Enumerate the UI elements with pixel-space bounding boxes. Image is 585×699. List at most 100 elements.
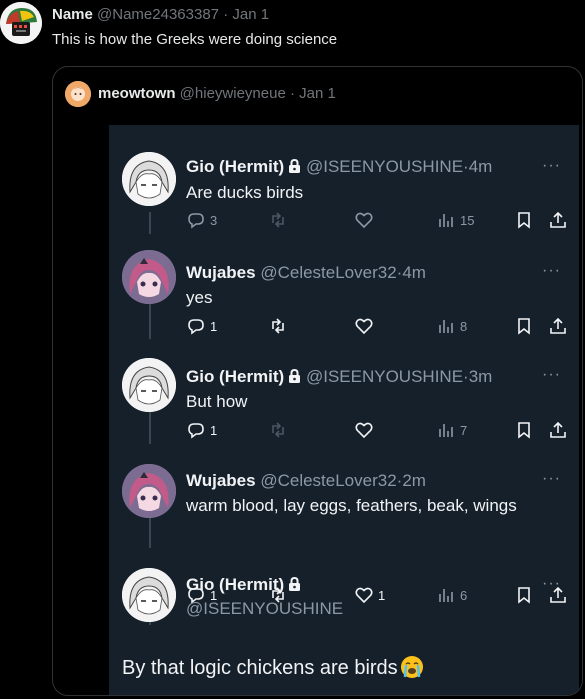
post-text: By that logic chickens are birds xyxy=(122,655,424,680)
post-time[interactable]: 4m xyxy=(402,263,426,282)
avatar xyxy=(122,152,176,206)
post-time[interactable]: 3m xyxy=(469,367,493,386)
like-button[interactable] xyxy=(354,209,374,231)
post-text: Are ducks birds xyxy=(186,183,304,202)
post-display-name[interactable]: Wujabes xyxy=(186,471,256,490)
post-actions: 1 8 xyxy=(186,315,571,337)
outer-separator: · xyxy=(223,6,229,23)
views-count: 6 xyxy=(460,587,468,603)
views-button[interactable]: 6 xyxy=(436,584,467,606)
post-header: Gio (Hermit) xyxy=(186,575,301,595)
bookmark-button[interactable] xyxy=(514,315,534,337)
reply-button[interactable]: 3 xyxy=(186,209,217,231)
post-header: Gio (Hermit) @ISEENYOUSHINE·4m xyxy=(186,157,492,177)
like-button[interactable] xyxy=(354,315,374,337)
avatar xyxy=(122,358,176,412)
retweet-button[interactable] xyxy=(268,315,288,337)
quote-avatar[interactable] xyxy=(65,81,91,107)
avatar xyxy=(122,464,176,518)
quote-handle[interactable]: @hieywieyneue xyxy=(180,85,286,102)
views-button[interactable]: 7 xyxy=(436,419,467,441)
views-count: 15 xyxy=(460,212,475,228)
share-button[interactable] xyxy=(548,419,568,441)
reply-button[interactable]: 1 xyxy=(186,315,217,337)
post-text: But how xyxy=(186,392,248,411)
thread-line xyxy=(149,412,151,444)
post-handle[interactable]: @ISEENYOUSHINE xyxy=(306,157,463,176)
quote-display-name[interactable]: meowtown xyxy=(98,85,176,102)
lock-icon xyxy=(289,577,301,591)
post-header: Gio (Hermit) @ISEENYOUSHINE·3m xyxy=(186,367,492,387)
retweet-button[interactable] xyxy=(268,419,288,441)
share-button[interactable] xyxy=(548,209,568,231)
share-icon xyxy=(550,421,566,438)
reply-icon xyxy=(188,423,204,439)
post-display-name[interactable]: Gio (Hermit) xyxy=(186,575,284,594)
post-handle[interactable]: @CelesteLover32 xyxy=(260,471,396,490)
reply-count: 1 xyxy=(210,318,218,334)
post-time[interactable]: 2m xyxy=(402,471,426,490)
like-button[interactable] xyxy=(354,419,374,441)
views-button[interactable]: 8 xyxy=(436,315,467,337)
more-options-icon[interactable]: ··· xyxy=(542,470,561,488)
outer-tweet-text: This is how the Greeks were doing scienc… xyxy=(52,31,338,48)
post-text: warm blood, lay eggs, feathers, beak, wi… xyxy=(186,496,517,515)
like-count: 1 xyxy=(378,587,386,603)
post-display-name[interactable]: Gio (Hermit) xyxy=(186,367,284,386)
retweet-icon xyxy=(272,212,284,228)
thread-line xyxy=(149,518,151,548)
retweet-button[interactable] xyxy=(268,209,288,231)
more-options-icon[interactable]: ··· xyxy=(542,366,561,384)
heart-icon xyxy=(355,318,373,335)
bookmark-icon xyxy=(518,318,530,335)
post-display-name[interactable]: Gio (Hermit) xyxy=(186,157,284,176)
post-text: yes xyxy=(186,288,213,307)
post-handle[interactable]: @ISEENYOUSHINE xyxy=(306,367,463,386)
quote-separator: · xyxy=(289,85,295,102)
views-count: 8 xyxy=(460,318,468,334)
like-button[interactable]: 1 xyxy=(354,584,385,606)
more-options-icon[interactable]: ··· xyxy=(542,262,561,280)
retweet-icon xyxy=(272,422,284,438)
bookmark-button[interactable] xyxy=(514,419,534,441)
share-button[interactable] xyxy=(548,315,568,337)
post-time[interactable]: 4m xyxy=(469,157,493,176)
views-icon xyxy=(439,214,453,227)
outer-avatar[interactable] xyxy=(0,2,42,44)
bookmark-button[interactable] xyxy=(514,209,534,231)
avatar xyxy=(122,568,176,622)
outer-header: Name @Name24363387 · Jan 1 xyxy=(52,6,269,23)
views-count: 7 xyxy=(460,422,468,438)
more-options-icon[interactable]: ··· xyxy=(542,157,561,175)
reply-count: 1 xyxy=(210,422,218,438)
bookmark-icon xyxy=(518,587,530,604)
post-handle[interactable]: @ISEENYOUSHINE xyxy=(186,599,343,619)
reply-button[interactable]: 1 xyxy=(186,419,217,441)
post-actions: 3 15 xyxy=(186,209,571,231)
views-icon xyxy=(439,589,453,602)
thread-line xyxy=(149,304,151,339)
quote-date[interactable]: Jan 1 xyxy=(299,85,336,102)
thread-line xyxy=(149,212,151,234)
reply-count: 3 xyxy=(210,212,218,228)
retweet-icon xyxy=(272,318,284,334)
heart-icon xyxy=(355,212,373,229)
views-button[interactable]: 15 xyxy=(436,209,474,231)
quote-header: meowtown @hieywieyneue · Jan 1 xyxy=(98,85,336,102)
outer-handle[interactable]: @Name24363387 xyxy=(97,6,219,23)
thread-screenshot-image: Gio (Hermit) @ISEENYOUSHINE·4m ··· Are d… xyxy=(109,125,579,695)
views-icon xyxy=(439,320,453,333)
lock-icon xyxy=(289,369,301,383)
post-display-name[interactable]: Wujabes xyxy=(186,263,256,282)
quoted-tweet-card[interactable]: meowtown @hieywieyneue · Jan 1 Gio (Herm… xyxy=(52,66,583,696)
loudly-crying-face-emoji xyxy=(400,656,423,678)
more-options-icon[interactable]: ··· xyxy=(542,575,561,593)
outer-date[interactable]: Jan 1 xyxy=(232,6,269,23)
post-handle[interactable]: @CelesteLover32 xyxy=(260,263,396,282)
outer-display-name[interactable]: Name xyxy=(52,6,93,23)
bookmark-icon xyxy=(518,212,530,229)
share-icon xyxy=(550,317,566,334)
heart-icon xyxy=(355,587,373,604)
views-icon xyxy=(439,424,453,437)
bookmark-button[interactable] xyxy=(514,584,534,606)
